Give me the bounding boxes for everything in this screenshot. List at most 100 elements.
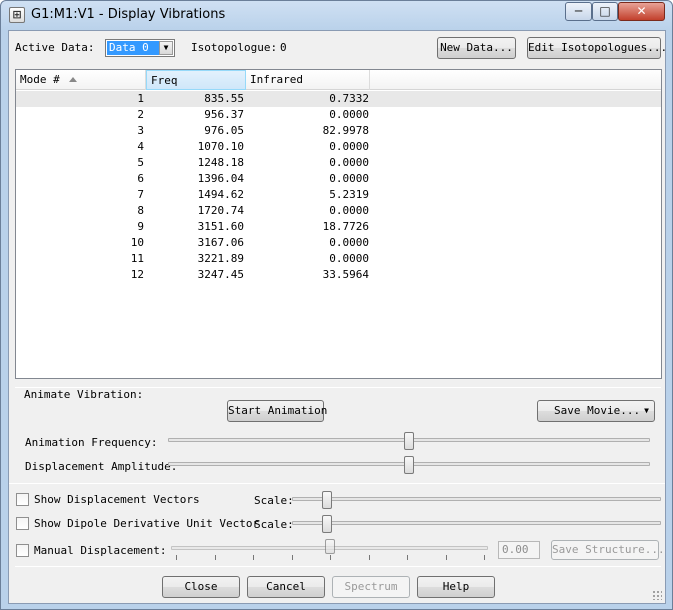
freq-cell: 3247.45 bbox=[197, 268, 244, 281]
mode-cell: 8 bbox=[137, 204, 144, 217]
separator bbox=[9, 483, 665, 484]
animate-vibration-label: Animate Vibration: bbox=[24, 388, 144, 401]
table-row[interactable]: 2 956.37 0.0000 bbox=[16, 107, 661, 123]
active-data-label: Active Data: bbox=[15, 41, 95, 54]
slider-tick bbox=[214, 555, 216, 560]
maximize-button[interactable]: □ bbox=[592, 2, 618, 21]
mode-cell: 1 bbox=[137, 92, 144, 105]
animation-frequency-slider-thumb[interactable] bbox=[404, 432, 414, 450]
separator bbox=[15, 566, 661, 567]
freq-cell: 3151.60 bbox=[197, 220, 244, 233]
mode-cell: 12 bbox=[130, 268, 144, 281]
freq-cell: 3167.06 bbox=[197, 236, 244, 249]
isotopologue-value: 0 bbox=[280, 41, 287, 54]
infrared-cell: 33.5964 bbox=[322, 268, 369, 281]
save-movie-button[interactable]: Save Movie... ▼ bbox=[537, 400, 655, 422]
manual-displacement-slider-thumb[interactable] bbox=[324, 539, 335, 554]
new-data-button[interactable]: New Data... bbox=[437, 37, 516, 59]
vibrations-table[interactable]: Mode # Freq Infrared 1 835.55 0.7332 2 956.3… bbox=[15, 69, 662, 379]
cancel-button[interactable]: Cancel bbox=[247, 576, 325, 598]
chevron-down-icon[interactable]: ▼ bbox=[159, 41, 173, 55]
table-row[interactable]: 8 1720.74 0.0000 bbox=[16, 203, 661, 219]
manual-displacement-checkbox[interactable] bbox=[16, 544, 29, 557]
mode-cell: 6 bbox=[137, 172, 144, 185]
dipole-scale-slider-thumb[interactable] bbox=[322, 515, 332, 533]
mode-cell: 10 bbox=[130, 236, 144, 249]
infrared-cell: 0.7332 bbox=[329, 92, 369, 105]
slider-tick bbox=[484, 555, 485, 560]
table-header: Mode # Freq Infrared bbox=[16, 70, 661, 90]
save-movie-label: Save Movie... bbox=[554, 404, 641, 417]
minimize-button[interactable]: ─ bbox=[565, 2, 592, 21]
sort-ascending-icon bbox=[69, 77, 77, 82]
column-header-mode[interactable]: Mode # bbox=[16, 70, 146, 90]
infrared-cell: 18.7726 bbox=[322, 220, 369, 233]
start-animation-button[interactable]: Start Animation bbox=[227, 400, 328, 422]
app-icon[interactable]: ⊞ bbox=[9, 7, 25, 23]
table-row[interactable]: 9 3151.60 18.7726 bbox=[16, 219, 661, 235]
infrared-cell: 0.0000 bbox=[329, 252, 369, 265]
table-row[interactable]: 11 3221.89 0.0000 bbox=[16, 251, 661, 267]
display-vibrations-window: ⊞ G1:M1:V1 - Display Vibrations ─ □ ✕ Ac… bbox=[0, 0, 673, 610]
dialog-client-area: Active Data: Data 0 ▼ Isotopologue: 0 Ne… bbox=[8, 30, 667, 604]
start-animation-label: Start Animation bbox=[228, 404, 328, 417]
mode-cell: 7 bbox=[137, 188, 144, 201]
close-window-button[interactable]: ✕ bbox=[618, 2, 665, 21]
infrared-cell: 0.0000 bbox=[329, 172, 369, 185]
show-dipole-derivative-label: Show Dipole Derivative Unit Vector bbox=[34, 517, 260, 530]
mode-cell: 5 bbox=[137, 156, 144, 169]
mode-cell: 2 bbox=[137, 108, 144, 121]
active-data-value: Data 0 bbox=[107, 41, 159, 55]
freq-cell: 3221.89 bbox=[197, 252, 244, 265]
table-row[interactable]: 4 1070.10 0.0000 bbox=[16, 139, 661, 155]
table-row[interactable]: 6 1396.04 0.0000 bbox=[16, 171, 661, 187]
freq-cell: 976.05 bbox=[204, 124, 244, 137]
slider-tick bbox=[368, 555, 370, 560]
infrared-cell: 0.0000 bbox=[329, 140, 369, 153]
freq-cell: 1720.74 bbox=[197, 204, 244, 217]
column-header-freq[interactable]: Freq bbox=[146, 70, 246, 90]
help-button[interactable]: Help bbox=[417, 576, 495, 598]
freq-cell: 1494.62 bbox=[197, 188, 244, 201]
save-structure-button[interactable]: Save Structure... bbox=[551, 540, 665, 560]
table-row[interactable]: 12 3247.45 33.5964 bbox=[16, 267, 661, 283]
dipole-scale-label: Scale: bbox=[254, 518, 294, 531]
displacement-amplitude-slider-thumb[interactable] bbox=[404, 456, 414, 474]
mode-cell: 3 bbox=[137, 124, 144, 137]
show-dipole-derivative-checkbox[interactable] bbox=[16, 517, 29, 530]
table-row[interactable]: 7 1494.62 5.2319 bbox=[16, 187, 661, 203]
freq-cell: 1396.04 bbox=[197, 172, 244, 185]
title-bar[interactable]: ⊞ G1:M1:V1 - Display Vibrations ─ □ ✕ bbox=[1, 1, 672, 29]
vectors-scale-track[interactable] bbox=[292, 497, 661, 501]
close-button[interactable]: Close bbox=[162, 576, 240, 598]
dropdown-arrow-icon: ▼ bbox=[644, 406, 649, 415]
slider-tick bbox=[291, 555, 293, 560]
active-data-select[interactable]: Data 0 ▼ bbox=[105, 39, 175, 57]
infrared-cell: 5.2319 bbox=[329, 188, 369, 201]
table-row[interactable]: 1 835.55 0.7332 bbox=[16, 91, 661, 107]
vectors-scale-slider-thumb[interactable] bbox=[322, 491, 332, 509]
edit-isotopologues-button[interactable]: Edit Isotopologues... bbox=[527, 37, 667, 59]
freq-cell: 956.37 bbox=[204, 108, 244, 121]
manual-displacement-value[interactable]: 0.00 bbox=[498, 541, 540, 559]
slider-tick bbox=[445, 555, 447, 560]
infrared-cell: 82.9978 bbox=[322, 124, 369, 137]
resize-grip-icon[interactable] bbox=[652, 590, 662, 600]
table-row[interactable]: 10 3167.06 0.0000 bbox=[16, 235, 661, 251]
slider-tick bbox=[407, 555, 408, 560]
table-body: 1 835.55 0.7332 2 956.37 0.0000 3 976.05 82.9978… bbox=[16, 91, 661, 283]
infrared-cell: 0.0000 bbox=[329, 236, 369, 249]
mode-cell: 4 bbox=[137, 140, 144, 153]
column-header-mode-label: Mode # bbox=[20, 73, 60, 86]
column-header-infrared[interactable]: Infrared bbox=[246, 70, 370, 90]
manual-displacement-label: Manual Displacement: bbox=[34, 544, 167, 557]
infrared-cell: 0.0000 bbox=[329, 204, 369, 217]
table-row[interactable]: 3 976.05 82.9978 bbox=[16, 123, 661, 139]
dipole-scale-track[interactable] bbox=[292, 521, 661, 525]
slider-tick bbox=[253, 555, 254, 560]
slider-tick bbox=[330, 555, 331, 560]
isotopologue-label: Isotopologue: bbox=[191, 41, 278, 54]
table-row[interactable]: 5 1248.18 0.0000 bbox=[16, 155, 661, 171]
spectrum-button[interactable]: Spectrum bbox=[332, 576, 410, 598]
show-displacement-vectors-checkbox[interactable] bbox=[16, 493, 29, 506]
